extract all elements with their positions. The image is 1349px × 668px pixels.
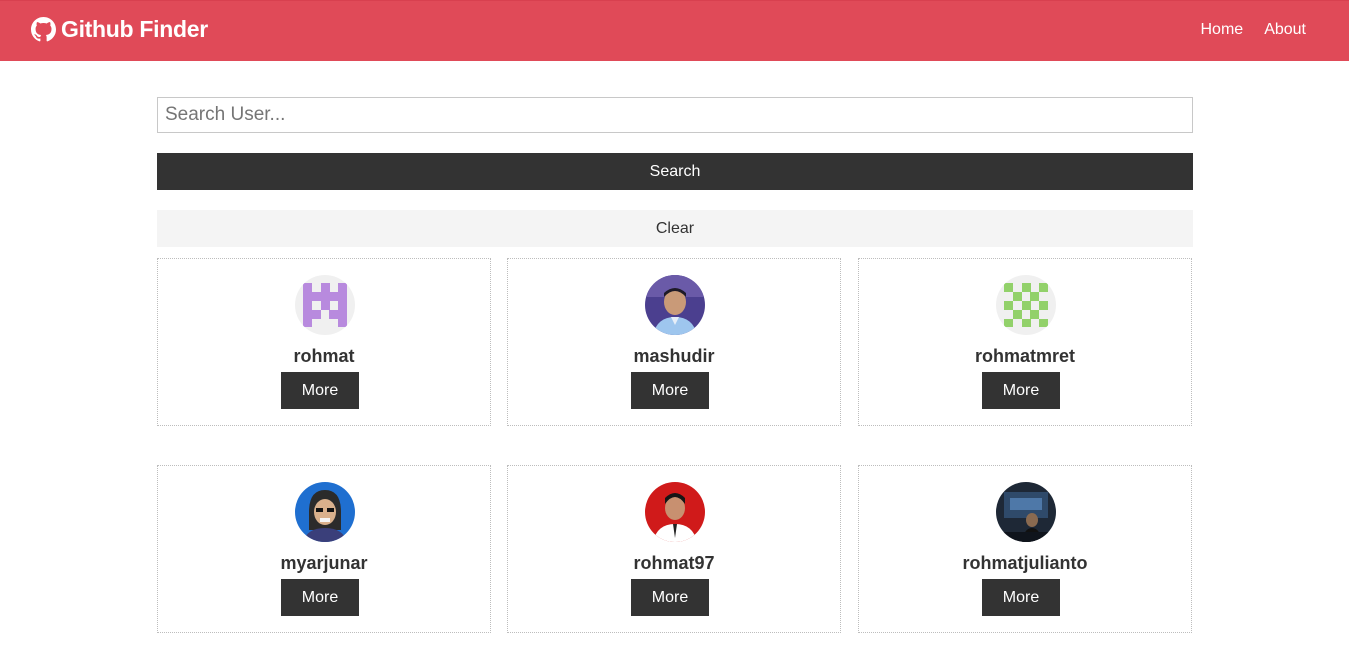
username: mashudir	[633, 346, 715, 366]
username: rohmat	[293, 346, 355, 366]
user-card: myarjunar More	[157, 465, 491, 633]
clear-button[interactable]: Clear	[157, 210, 1193, 247]
avatar	[295, 482, 355, 542]
user-card: mashudir More	[507, 258, 841, 426]
more-button[interactable]: More	[631, 372, 709, 409]
user-card: rohmatjulianto More	[858, 465, 1192, 633]
nav-link-about[interactable]: About	[1264, 21, 1306, 39]
search-input[interactable]	[157, 97, 1193, 133]
github-icon	[31, 17, 56, 42]
username: rohmat97	[633, 553, 715, 573]
avatar	[295, 275, 355, 335]
user-card: rohmatmret More	[858, 258, 1192, 426]
avatar	[996, 482, 1056, 542]
brand[interactable]: Github Finder	[31, 16, 208, 43]
user-card: rohmat More	[157, 258, 491, 426]
nav-link-home[interactable]: Home	[1201, 21, 1244, 39]
avatar	[996, 275, 1056, 335]
navbar: Github Finder Home About	[0, 0, 1349, 61]
avatar	[645, 275, 705, 335]
nav-links: Home About	[1201, 21, 1307, 39]
more-button[interactable]: More	[982, 579, 1060, 616]
search-button[interactable]: Search	[157, 153, 1193, 190]
user-card: rohmat97 More	[507, 465, 841, 633]
more-button[interactable]: More	[631, 579, 709, 616]
avatar	[645, 482, 705, 542]
more-button[interactable]: More	[281, 579, 359, 616]
brand-title: Github Finder	[61, 16, 208, 42]
more-button[interactable]: More	[982, 372, 1060, 409]
username: rohmatjulianto	[962, 553, 1088, 573]
username: rohmatmret	[974, 346, 1076, 366]
username: myarjunar	[280, 553, 368, 573]
more-button[interactable]: More	[281, 372, 359, 409]
